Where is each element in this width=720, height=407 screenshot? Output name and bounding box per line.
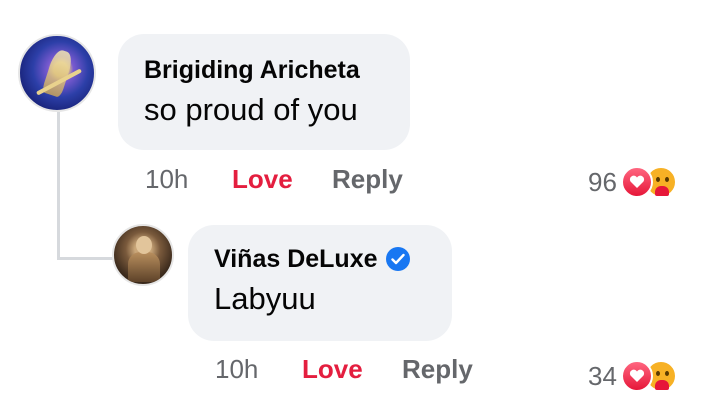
reaction-summary[interactable]: 96 xyxy=(588,166,677,198)
author-name[interactable]: Viñas DeLuxe xyxy=(214,243,378,275)
comment-timestamp[interactable]: 10h xyxy=(215,354,302,385)
avatar-head xyxy=(136,236,152,254)
love-button[interactable]: Love xyxy=(302,354,402,385)
love-icon xyxy=(620,360,653,392)
reply-button[interactable]: Reply xyxy=(402,354,473,385)
thread-connector-horizontal xyxy=(57,257,113,260)
reaction-count: 34 xyxy=(588,360,617,391)
comment-timestamp[interactable]: 10h xyxy=(145,164,232,195)
love-button[interactable]: Love xyxy=(232,164,332,195)
reaction-count: 96 xyxy=(588,166,617,197)
comment-text: Labyuu xyxy=(214,281,316,316)
comment-bubble: Viñas DeLuxe Labyuu xyxy=(188,225,452,341)
thread-connector-vertical xyxy=(57,112,60,260)
reaction-summary[interactable]: 34 xyxy=(588,360,677,392)
author-name[interactable]: Brigiding Aricheta xyxy=(144,54,360,86)
reply-button[interactable]: Reply xyxy=(332,164,403,195)
comment-actions: 10h Love Reply xyxy=(145,164,403,195)
avatar-body xyxy=(128,252,160,282)
comment-actions: 10h Love Reply xyxy=(215,354,473,385)
comment-bubble: Brigiding Aricheta so proud of you xyxy=(118,34,410,150)
comment-author[interactable]: Viñas DeLuxe xyxy=(214,243,426,275)
love-icon xyxy=(620,166,653,198)
comment-author[interactable]: Brigiding Aricheta xyxy=(144,54,384,86)
avatar[interactable] xyxy=(112,224,174,286)
comment-text: so proud of you xyxy=(144,92,358,127)
avatar[interactable] xyxy=(18,34,96,112)
verified-badge-icon xyxy=(385,247,410,271)
